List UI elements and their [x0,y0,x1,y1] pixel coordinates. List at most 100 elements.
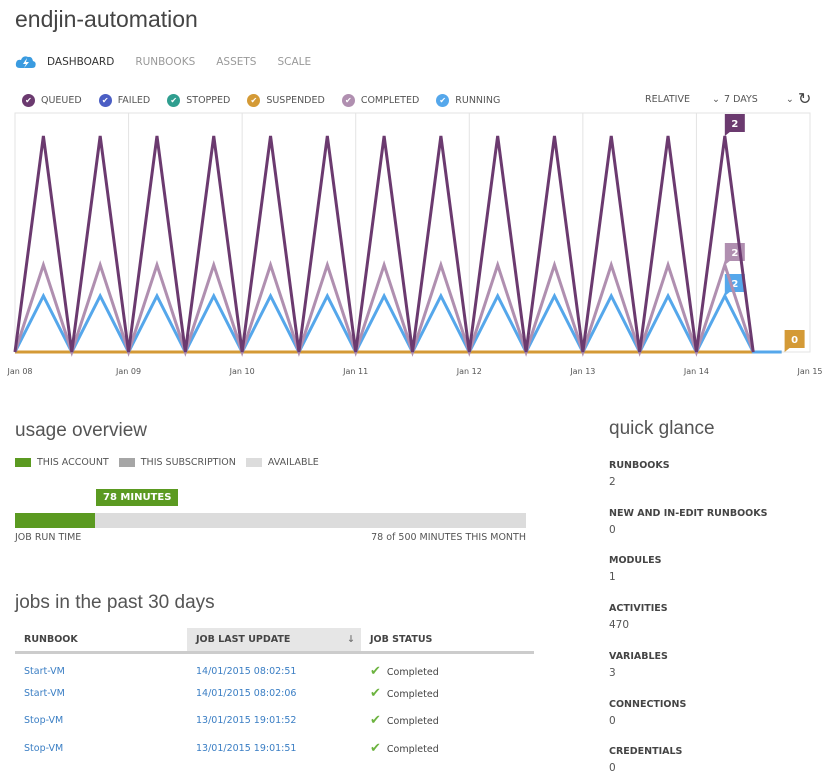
series-end-label: 2 [731,248,738,259]
chevron-down-icon: ⌄ [785,94,794,105]
refresh-icon[interactable]: ↻ [798,89,811,108]
job-last-update[interactable]: 14/01/2015 08:02:51 [187,652,361,680]
quick-glance-label: MODULES [609,555,662,567]
sort-down-icon: ↓ [347,633,355,645]
usage-bar [15,513,526,528]
runbook-link[interactable]: Start-VM [15,652,187,680]
series-end-label: 2 [731,119,738,130]
legend-label: THIS SUBSCRIPTION [140,457,236,468]
label-pointer [724,292,730,296]
quick-glance-title: quick glance [609,418,715,439]
status-text: Completed [386,666,439,678]
x-tick-label: Jan 11 [342,367,368,376]
page-title: endjin-automation [15,6,198,32]
series-end-label: 0 [791,335,798,346]
usage-bar-fill [15,513,95,528]
usage-summary: 78 of 500 MINUTES THIS MONTH [371,532,526,543]
quick-glance-label: NEW AND IN-EDIT RUNBOOKS [609,507,768,519]
usage-legend: THIS ACCOUNT THIS SUBSCRIPTION AVAILABLE [15,457,329,468]
x-tick-label: Jan 13 [569,367,595,376]
check-circle-icon: ✔ [167,94,181,107]
chart-legend: ✔ QUEUED ✔ FAILED ✔ STOPPED ✔ SUSPENDED ✔ COMPLET… [22,94,517,107]
quick-glance-item[interactable]: MODULES 1 [609,555,662,583]
legend-label: THIS ACCOUNT [37,457,109,468]
column-label: JOB LAST UPDATE [196,633,291,645]
tab-assets[interactable]: ASSETS [216,56,256,68]
check-circle-icon: ✔ [22,94,35,107]
job-last-update[interactable]: 13/01/2015 19:01:51 [187,735,361,763]
quick-glance-item[interactable]: VARIABLES 3 [609,651,668,679]
automation-cloud-icon [15,56,36,68]
jobs-title: jobs in the past 30 days [15,592,215,613]
check-circle-icon: ✔ [436,94,450,107]
status-text: Completed [386,688,439,700]
usage-legend-item: THIS SUBSCRIPTION [118,457,236,468]
column-runbook[interactable]: RUNBOOK [15,628,187,654]
x-tick-label: Jan 09 [115,367,141,376]
check-circle-icon: ✔ [98,94,112,107]
legend-item-completed[interactable]: ✔ COMPLETED [341,94,420,107]
legend-label: QUEUED [41,95,82,106]
check-icon: ✔ [370,685,381,701]
relative-label: RELATIVE [645,94,690,105]
quick-glance-item[interactable]: CONNECTIONS 0 [609,699,686,727]
label-pointer [724,132,730,136]
x-tick-label: Jan 10 [229,367,255,376]
table-row[interactable]: Start-VM 14/01/2015 08:02:51 ✔ Completed [15,652,534,680]
label-pointer [724,261,730,265]
quick-glance-value: 0 [609,523,616,536]
check-circle-icon: ✔ [341,94,355,107]
tab-dashboard[interactable]: DASHBOARD [47,56,114,68]
quick-glance-label: CREDENTIALS [609,746,683,758]
quick-glance-item[interactable]: NEW AND IN-EDIT RUNBOOKS 0 [609,508,767,536]
usage-legend-item: THIS ACCOUNT [15,457,109,468]
quick-glance-value: 0 [609,714,616,727]
nav-tabs: DASHBOARD RUNBOOKS ASSETS SCALE [15,55,332,69]
jobs-table: RUNBOOK JOB LAST UPDATE ↓ JOB STATUS Star… [15,628,534,762]
job-last-update[interactable]: 13/01/2015 19:01:52 [187,707,361,735]
legend-swatch [245,458,262,467]
legend-item-queued[interactable]: ✔ QUEUED [22,94,82,107]
label-pointer [784,348,790,352]
quick-glance-item[interactable]: RUNBOOKS 2 [609,460,670,488]
legend-item-running[interactable]: ✔ RUNNING [436,94,500,107]
quick-glance-value: 470 [609,619,630,632]
x-tick-label: Jan 14 [683,367,709,376]
quick-glance-label: VARIABLES [609,650,668,662]
job-status: ✔ Completed [361,680,534,708]
table-row[interactable]: Start-VM 14/01/2015 08:02:06 ✔ Completed [15,680,534,708]
legend-item-stopped[interactable]: ✔ STOPPED [167,94,230,107]
runbook-link[interactable]: Start-VM [15,680,187,708]
series-line-queued [13,135,755,353]
runbook-link[interactable]: Stop-VM [15,707,187,735]
table-row[interactable]: Stop-VM 13/01/2015 19:01:51 ✔ Completed [15,735,534,763]
relative-dropdown[interactable]: RELATIVE ⌄ [645,94,720,105]
range-dropdown[interactable]: 7 DAYS ⌄ [724,94,794,105]
quick-glance-value: 1 [609,571,616,584]
legend-item-suspended[interactable]: ✔ SUSPENDED [247,94,325,107]
legend-label: COMPLETED [360,95,420,106]
runbook-link[interactable]: Stop-VM [15,735,187,763]
check-circle-icon: ✔ [247,94,261,107]
column-job-last-update[interactable]: JOB LAST UPDATE ↓ [187,628,361,654]
job-status-chart: Jan 08 Jan 09 Jan 10 Jan 11 Jan 12 Jan 13 Jan … [6,112,823,376]
legend-label: STOPPED [186,95,231,106]
legend-label: FAILED [117,95,151,106]
legend-label: SUSPENDED [266,95,325,106]
quick-glance-item[interactable]: ACTIVITIES 470 [609,603,668,631]
table-row[interactable]: Stop-VM 13/01/2015 19:01:52 ✔ Completed [15,707,534,735]
tab-runbooks[interactable]: RUNBOOKS [135,56,195,68]
quick-glance-label: RUNBOOKS [609,460,670,471]
x-tick-label: Jan 15 [796,367,822,376]
usage-callout: 78 MINUTES [96,489,179,506]
job-last-update[interactable]: 14/01/2015 08:02:06 [187,680,361,708]
legend-item-failed[interactable]: ✔ FAILED [98,94,151,107]
quick-glance-item[interactable]: CREDENTIALS 0 [609,746,682,774]
legend-label: RUNNING [455,95,501,106]
job-run-time-label: JOB RUN TIME [15,532,82,543]
usage-legend-item: AVAILABLE [245,457,319,468]
column-job-status[interactable]: JOB STATUS [361,628,534,654]
x-tick-label: Jan 08 [6,367,32,376]
tab-scale[interactable]: SCALE [277,56,311,68]
check-icon: ✔ [370,740,381,756]
